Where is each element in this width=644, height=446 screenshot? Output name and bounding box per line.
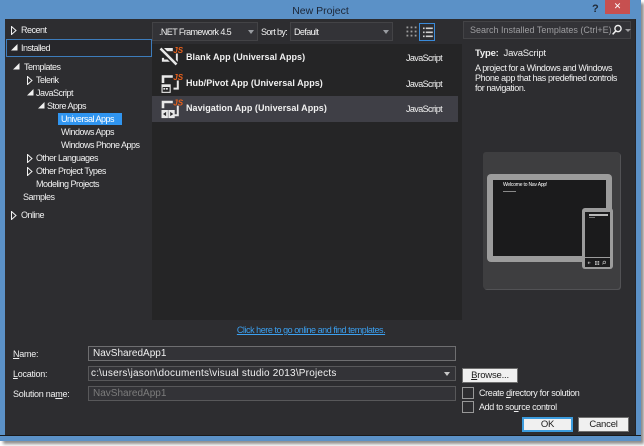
svg-text:JS: JS xyxy=(173,98,183,107)
svg-text:JS: JS xyxy=(173,46,183,55)
svg-text:JS: JS xyxy=(173,73,183,82)
